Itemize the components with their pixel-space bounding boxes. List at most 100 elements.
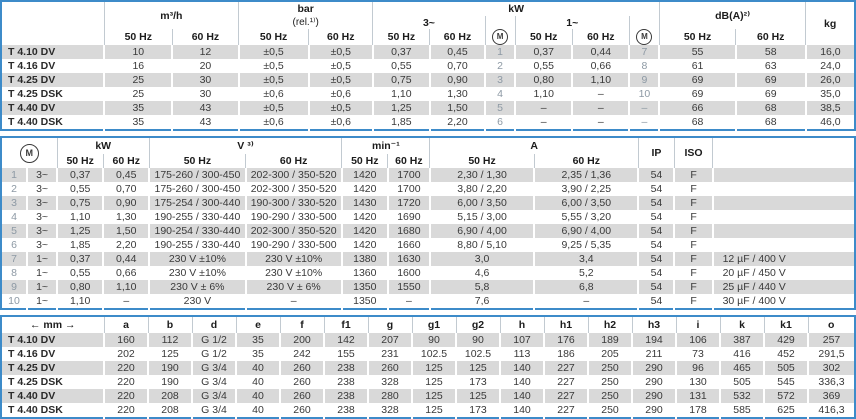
table-cell: 1	[1, 168, 27, 182]
table-cell: –	[103, 294, 149, 309]
dim-col-header: g1	[412, 316, 456, 333]
table-cell: 63	[736, 59, 806, 73]
header-1phase-mcol-blank	[629, 16, 659, 29]
header-60hz: 60 Hz	[534, 154, 638, 168]
table-cell: 131	[676, 389, 720, 403]
table-cell: –	[515, 101, 572, 115]
table-cell: ±0,6	[239, 87, 309, 101]
table-cell: 1~	[27, 266, 57, 280]
table-cell: 1420	[342, 224, 388, 238]
table-cell: 16,0	[806, 45, 855, 59]
table-cell: 102.5	[412, 347, 456, 361]
table-row: T 4.25 DSK220190G 3/44026023832812517314…	[1, 375, 855, 389]
table-cell: 54	[638, 182, 674, 196]
table-cell: 260	[368, 361, 412, 375]
table-cell: 208	[148, 389, 192, 403]
header-mm-unit: ← mm →	[1, 316, 104, 333]
table-cell: 532	[720, 389, 764, 403]
table-cell: 227	[544, 361, 588, 375]
table-cell: 230 V ±10%	[246, 252, 342, 266]
table-cell: –	[629, 101, 659, 115]
table-cell: 175-254 / 300-440	[149, 196, 245, 210]
dim-col-header: b	[148, 316, 192, 333]
table-cell: 1380	[342, 252, 388, 266]
table-cell: 1350	[342, 294, 388, 309]
table-row: T 4.40 DV220208G 3/440260238280125125140…	[1, 389, 855, 403]
header-3phase-mcol-blank	[485, 16, 515, 29]
table-cell: 1550	[388, 280, 430, 294]
table-cell: 125	[456, 361, 500, 375]
table-cell: 1,85	[57, 238, 103, 252]
table-cell: 505	[764, 361, 808, 375]
table-cell: 1690	[388, 210, 430, 224]
header-bar: bar	[239, 1, 373, 16]
table-cell: ±0,6	[309, 115, 373, 130]
table-cell: 10	[104, 45, 172, 59]
table-cell: 68	[736, 101, 806, 115]
header-kw: kW	[57, 137, 149, 154]
table-cell: F	[674, 224, 712, 238]
table-cell: 190	[148, 361, 192, 375]
table-cell: 125	[412, 375, 456, 389]
header-model-blank	[1, 1, 104, 45]
table-cell: 302	[808, 361, 855, 375]
table-cell: 55	[659, 45, 735, 59]
header-50hz: 50 Hz	[149, 154, 245, 168]
table-cell: 250	[588, 375, 632, 389]
table-cell: 1630	[388, 252, 430, 266]
table-cell: 230 V ± 6%	[149, 280, 245, 294]
table-cell: 35	[236, 333, 280, 347]
dim-col-header: h3	[632, 316, 676, 333]
table-cell: –	[572, 115, 629, 130]
table-cell: 6,8	[534, 280, 638, 294]
table-row: 81~0,550,66230 V ±10%230 V ±10%136016004…	[1, 266, 855, 280]
table-cell: 0,37	[515, 45, 572, 59]
table-row: 91~0,801,10230 V ± 6%230 V ± 6%135015505…	[1, 280, 855, 294]
table-cell: T 4.10 DV	[1, 333, 104, 347]
table-cell: –	[388, 294, 430, 309]
table-cell	[713, 210, 855, 224]
header-voltage: V ³⁾	[149, 137, 341, 154]
table-cell: G 3/4	[192, 375, 236, 389]
table-cell: 38,5	[806, 101, 855, 115]
table-cell	[713, 182, 855, 196]
table-cell: 173	[456, 375, 500, 389]
table-cell: 1	[485, 45, 515, 59]
table-cell: 238	[324, 389, 368, 403]
table-cell: 2,30 / 1,30	[430, 168, 534, 182]
dim-col-header: h1	[544, 316, 588, 333]
table-cell: 3~	[27, 196, 57, 210]
table-cell: 1700	[388, 182, 430, 196]
table-cell: 0,66	[572, 59, 629, 73]
table-cell: 5	[1, 224, 27, 238]
performance-table: m³/h bar kW dB(A)²⁾ kg (rel.¹⁾) 3~ 1~ 50…	[0, 0, 856, 131]
table-cell: 387	[720, 333, 764, 347]
table-row: 33~0,750,90175-254 / 300-440190-300 / 33…	[1, 196, 855, 210]
table-cell: 194	[632, 333, 676, 347]
table-cell: 35	[104, 101, 172, 115]
table-row: 63~1,852,20190-255 / 330-440190-290 / 33…	[1, 238, 855, 252]
table-cell: 1420	[342, 210, 388, 224]
dim-col-header: f	[280, 316, 324, 333]
table-cell: 3	[1, 196, 27, 210]
table-cell: 260	[280, 375, 324, 389]
table-cell: 175-260 / 300-450	[149, 182, 245, 196]
table-cell: 54	[638, 168, 674, 182]
table-cell: 545	[764, 375, 808, 389]
table-cell: 1~	[27, 280, 57, 294]
table-cell: 0,55	[373, 59, 430, 73]
table-cell: 6,00 / 3,50	[534, 196, 638, 210]
dim-col-header: h2	[588, 316, 632, 333]
table-cell: 190-255 / 330-440	[149, 210, 245, 224]
table-cell: ±0,6	[309, 87, 373, 101]
table-cell: 290	[632, 361, 676, 375]
table-cell: G 1/2	[192, 347, 236, 361]
table-cell: 220	[104, 389, 148, 403]
table-cell: T 4.25 DSK	[1, 375, 104, 389]
table-cell: F	[674, 182, 712, 196]
table-cell: –	[534, 294, 638, 309]
table-cell: 69	[659, 87, 735, 101]
table-cell: 40	[236, 389, 280, 403]
header-60hz: 60 Hz	[309, 29, 373, 45]
table-cell: 30	[172, 73, 238, 87]
